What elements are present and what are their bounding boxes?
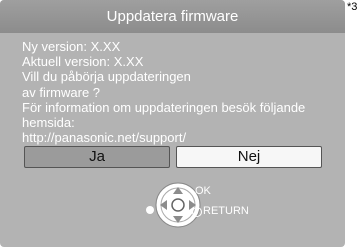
yes-button[interactable]: Ja <box>24 146 170 168</box>
dialog-message: Ny version: X.XX Aktuell version: X.XX V… <box>22 39 342 145</box>
question-line-2: av firmware ? <box>22 84 101 100</box>
info-line-2: hemsida: <box>22 115 75 131</box>
new-version-line: Ny version: X.XX <box>22 39 121 54</box>
info-line-1: För information om uppdateringen besök f… <box>22 99 306 115</box>
firmware-update-dialog: Uppdatera firmware Ny version: X.XX Aktu… <box>0 0 345 247</box>
question-line-1: Vill du påbörja uppdateringen <box>22 69 191 85</box>
indicator-dot <box>146 206 154 214</box>
support-url: http://panasonic.net/support/ <box>22 130 187 146</box>
no-button[interactable]: Nej <box>176 146 322 168</box>
footnote-marker: *3 <box>347 1 358 13</box>
current-version-line: Aktuell version: X.XX <box>22 54 144 70</box>
return-icon <box>192 207 202 217</box>
return-hint-label: RETURN <box>203 205 249 217</box>
dialog-title: Uppdatera firmware <box>0 0 345 33</box>
ok-hint-label: OK <box>195 185 211 197</box>
